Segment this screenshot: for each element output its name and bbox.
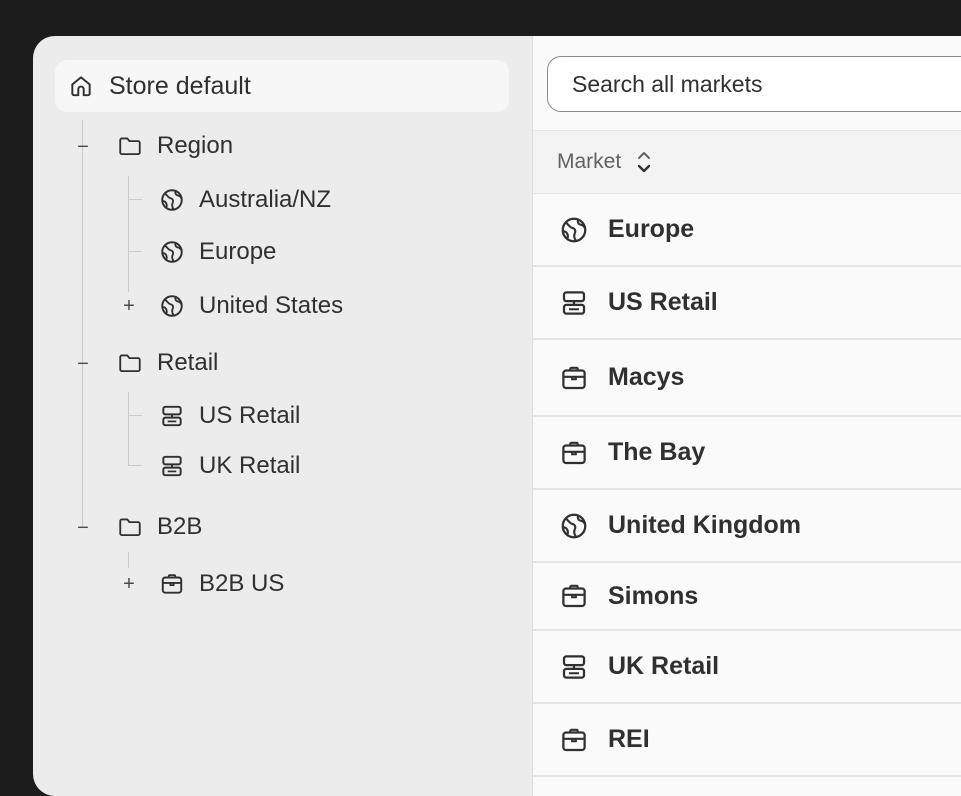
tree-item-b2b-us[interactable]: B2B US: [159, 570, 284, 598]
globe-icon: [159, 239, 185, 265]
app-window: Store default − Region Australia/NZ Euro…: [33, 36, 961, 796]
globe-icon: [159, 293, 185, 319]
pos-icon: [159, 403, 185, 429]
expand-toggle-united-states[interactable]: +: [120, 296, 138, 316]
sort-icon[interactable]: [635, 147, 653, 177]
tree-branch-line: [128, 552, 129, 568]
tree-branch-line: [128, 392, 129, 465]
table-row[interactable]: Europe: [533, 194, 961, 267]
tree-item-united-states[interactable]: United States: [159, 292, 343, 320]
folder-icon: [117, 514, 143, 540]
markets-tree: Store default − Region Australia/NZ Euro…: [33, 36, 532, 796]
tree-group-region[interactable]: Region: [117, 132, 233, 160]
markets-table: Europe US Retail Macys The Bay United Ki…: [533, 194, 961, 777]
tree-root-store-default[interactable]: Store default: [55, 60, 509, 112]
tree-trunk-line: [82, 120, 83, 526]
globe-icon: [159, 187, 185, 213]
briefcase-icon: [559, 438, 589, 468]
tree-group-b2b[interactable]: B2B: [117, 513, 202, 541]
tree-connector: [128, 415, 142, 416]
tree-group-label: Retail: [157, 349, 219, 376]
row-label: UK Retail: [608, 652, 720, 680]
row-label: Europe: [608, 215, 695, 243]
tree-item-europe[interactable]: Europe: [159, 238, 276, 266]
briefcase-icon: [159, 571, 185, 597]
tree-item-label: Europe: [199, 238, 277, 265]
row-label: Simons: [608, 581, 699, 610]
search-input[interactable]: [547, 56, 961, 112]
home-icon: [68, 73, 94, 99]
table-row[interactable]: The Bay: [533, 417, 961, 490]
tree-item-label: B2B US: [199, 570, 285, 597]
folder-icon: [117, 133, 143, 159]
tree-item-label: United States: [199, 292, 344, 319]
collapse-toggle-b2b[interactable]: −: [74, 518, 92, 538]
collapse-toggle-region[interactable]: −: [74, 137, 92, 157]
row-label: United Kingdom: [608, 511, 802, 539]
table-row[interactable]: US Retail: [533, 267, 961, 340]
row-label: Macys: [608, 363, 685, 391]
row-label: The Bay: [608, 438, 706, 466]
column-header-market: Market: [557, 150, 622, 173]
tree-item-label: Australia/NZ: [199, 186, 332, 213]
pos-icon: [559, 288, 589, 318]
pos-icon: [159, 453, 185, 479]
table-row[interactable]: United Kingdom: [533, 490, 961, 563]
tree-item-label: UK Retail: [199, 452, 301, 479]
tree-item-australia-nz[interactable]: Australia/NZ: [159, 186, 331, 214]
tree-item-us-retail[interactable]: US Retail: [159, 402, 300, 430]
tree-connector: [128, 465, 142, 466]
tree-item-label: US Retail: [199, 402, 301, 429]
table-row[interactable]: Macys: [533, 340, 961, 417]
table-row[interactable]: UK Retail: [533, 631, 961, 704]
tree-group-label: B2B: [157, 513, 203, 540]
markets-panel: Market Europe US Retail Macys The Bay: [532, 36, 961, 796]
globe-icon: [559, 215, 589, 245]
tree-connector: [128, 251, 142, 252]
table-header[interactable]: Market: [533, 131, 961, 194]
tree-root-label: Store default: [109, 72, 251, 100]
table-row[interactable]: Simons: [533, 563, 961, 631]
briefcase-icon: [559, 581, 589, 611]
globe-icon: [559, 511, 589, 541]
folder-icon: [117, 350, 143, 376]
pos-icon: [559, 652, 589, 682]
row-label: REI: [608, 725, 650, 753]
tree-branch-line: [128, 176, 129, 292]
row-label: US Retail: [608, 288, 718, 316]
tree-connector: [128, 199, 142, 200]
collapse-toggle-retail[interactable]: −: [74, 354, 92, 374]
tree-group-label: Region: [157, 132, 234, 159]
table-row[interactable]: REI: [533, 704, 961, 777]
briefcase-icon: [559, 363, 589, 393]
tree-group-retail[interactable]: Retail: [117, 349, 218, 377]
expand-toggle-b2b-us[interactable]: +: [120, 574, 138, 594]
tree-item-uk-retail[interactable]: UK Retail: [159, 452, 300, 480]
search-bar: [533, 36, 961, 131]
briefcase-icon: [559, 725, 589, 755]
